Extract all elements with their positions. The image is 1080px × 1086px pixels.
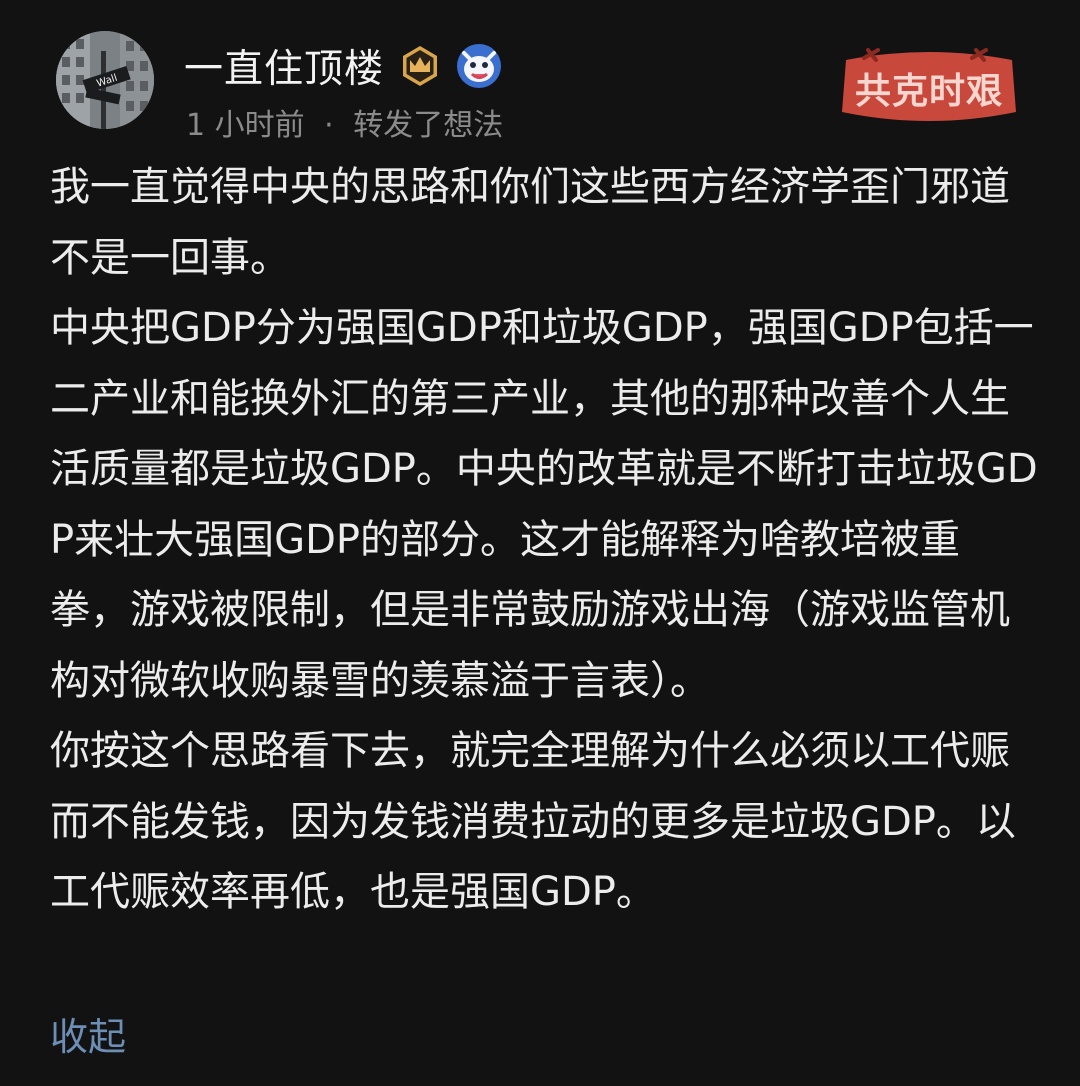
wall-street-avatar-image: Wall xyxy=(56,31,154,129)
author-avatar[interactable]: Wall xyxy=(56,31,154,129)
author-row: 一直住顶楼 xyxy=(184,40,502,92)
crown-badge-icon[interactable] xyxy=(398,44,442,88)
collapse-link[interactable]: 收起 xyxy=(50,1008,126,1066)
author-name[interactable]: 一直住顶楼 xyxy=(184,38,384,94)
stamp-text: 共克时艰 xyxy=(854,70,1003,112)
meta-separator: · xyxy=(324,108,334,143)
post-body: 我一直觉得中央的思路和你们这些西方经济学歪门邪道不是一回事。 中央把GDP分为强… xyxy=(50,164,1038,915)
creature-badge-icon[interactable] xyxy=(456,43,502,89)
post-card: Wall 一直住顶楼 1 小时前 · 转发了想法 共克时艰 我一直觉得中央的思路… xyxy=(0,0,1080,1086)
post-meta: 1 小时前 · 转发了想法 xyxy=(186,100,503,144)
repost-action: 转发了想法 xyxy=(353,108,504,143)
stamp-decoration: 共克时艰 xyxy=(838,42,1020,134)
post-time: 1 小时前 xyxy=(186,108,305,143)
